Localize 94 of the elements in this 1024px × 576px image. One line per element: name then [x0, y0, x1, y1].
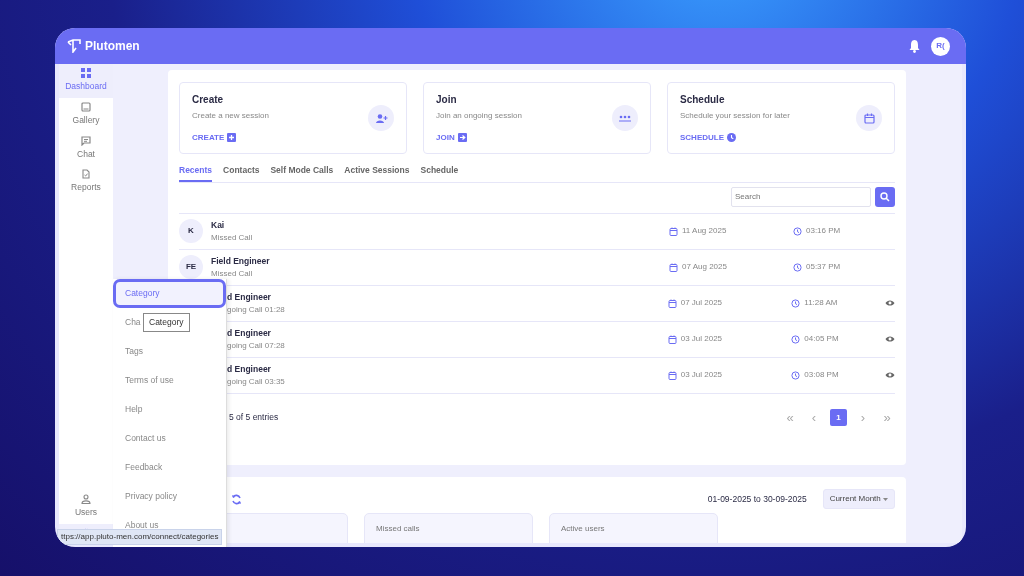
action-link[interactable]: SCHEDULE [680, 131, 736, 144]
call-time: 05:37 PM [793, 261, 887, 274]
action-link[interactable]: CREATE [192, 131, 237, 144]
clock-icon [793, 226, 802, 236]
card-subtitle: Create a new session [192, 109, 269, 122]
clock-icon [727, 133, 736, 143]
contact-name: Field Engineer [211, 254, 270, 268]
grid-icon [81, 68, 91, 78]
calendar-icon [667, 370, 677, 380]
dots-icon [619, 114, 631, 122]
card-title: Schedule [680, 92, 726, 107]
call-detail: going Call 07:28 [227, 339, 285, 352]
search-icon [880, 191, 890, 202]
eye-icon[interactable] [885, 299, 895, 308]
call-date: 07 Aug 2025 [669, 261, 793, 274]
sidebar-item[interactable]: Gallery [59, 97, 113, 132]
contact-name: d Engineer [227, 290, 272, 304]
person-add-icon [374, 112, 388, 124]
card-title: Join [436, 92, 458, 107]
menu-item[interactable]: Help [125, 395, 143, 424]
eye-icon[interactable] [885, 335, 895, 344]
contact-name: Kai [211, 218, 226, 232]
date-range: 01-09-2025 to 30-09-2025 [707, 492, 807, 506]
call-time: 11:28 AM [791, 297, 886, 310]
call-detail: Missed Call [211, 267, 254, 280]
next-page-button[interactable]: › [855, 407, 871, 428]
entries-count: 5 of 5 entries [229, 411, 279, 424]
plus-icon [227, 133, 237, 143]
action-link[interactable]: JOIN [436, 131, 467, 144]
card-title: Create [192, 92, 225, 107]
call-time: 03:08 PM [791, 369, 886, 382]
period-dropdown[interactable]: Current Month [822, 489, 895, 510]
chat-icon [81, 135, 91, 146]
eye-icon[interactable] [885, 371, 895, 380]
call-time: 04:05 PM [791, 333, 886, 346]
menu-item[interactable]: Tags [125, 337, 143, 366]
contact-avatar: K [179, 219, 203, 244]
calendar-icon [863, 112, 875, 124]
call-date: 03 Jul 2025 [667, 369, 792, 382]
search-field[interactable]: Search [731, 186, 871, 207]
menu-item[interactable]: Contact us [125, 424, 166, 453]
tab[interactable]: Active Sessions [344, 164, 410, 182]
menu-item[interactable]: Feedback [125, 453, 163, 482]
search-button[interactable] [875, 186, 895, 207]
arrow-icon [457, 133, 467, 143]
sidebar-item[interactable]: Reports [59, 165, 113, 199]
call-date: 03 Jul 2025 [667, 333, 792, 346]
clock-icon [791, 334, 801, 344]
url-tooltip: ttps://app.pluto-men.com/connect/categories [57, 529, 223, 545]
contact-avatar: FE [179, 255, 203, 280]
sidebar-item[interactable]: Users [59, 490, 113, 524]
page-button[interactable]: 1 [830, 409, 847, 426]
brand-name: Plutomen [85, 38, 140, 55]
tab[interactable]: Self Mode Calls [270, 164, 334, 182]
caret-icon [883, 497, 888, 501]
calendar-icon [669, 262, 678, 272]
clock-icon [791, 370, 801, 380]
stat-label: Missed calls [376, 524, 420, 534]
image-icon [81, 101, 91, 112]
notification-bell-icon[interactable] [908, 39, 921, 53]
last-page-button[interactable]: » [879, 407, 895, 428]
refresh-icon[interactable] [231, 493, 242, 505]
report-icon [81, 169, 91, 180]
call-date: 07 Jul 2025 [667, 297, 792, 310]
user-icon [81, 494, 91, 505]
call-date: 11 Aug 2025 [669, 225, 793, 238]
call-detail: Missed Call [211, 231, 253, 244]
clock-icon [791, 298, 801, 308]
sidebar-item[interactable]: Dashboard [59, 64, 113, 98]
contact-name: d Engineer [227, 326, 272, 340]
tab[interactable]: Contacts [223, 164, 260, 182]
tab[interactable]: Schedule [420, 164, 459, 182]
stat-label: Active users [561, 524, 605, 534]
call-time: 03:16 PM [793, 225, 887, 238]
user-avatar[interactable]: R( [931, 36, 950, 56]
menu-item[interactable]: Privacy policy [125, 482, 177, 511]
calendar-icon [667, 334, 677, 344]
clock-icon [793, 262, 802, 272]
logo-icon [67, 39, 81, 53]
menu-item[interactable]: Category [113, 279, 226, 308]
card-subtitle: Schedule your session for later [680, 109, 790, 122]
call-detail: going Call 03:35 [227, 375, 285, 388]
call-detail: going Call 01:28 [227, 303, 285, 316]
menu-item[interactable]: Terms of use [125, 366, 174, 395]
calendar-icon [669, 226, 678, 236]
calendar-icon [667, 298, 677, 308]
contact-name: d Engineer [227, 362, 272, 376]
tab[interactable]: Recents [179, 164, 213, 182]
previous-page-button[interactable]: ‹ [806, 407, 822, 428]
menu-item[interactable]: Cha [125, 308, 141, 337]
sidebar-item[interactable]: Chat [59, 131, 113, 166]
card-subtitle: Join an ongoing session [436, 109, 522, 122]
first-page-button[interactable]: « [782, 407, 798, 428]
tooltip: Category [143, 313, 190, 332]
